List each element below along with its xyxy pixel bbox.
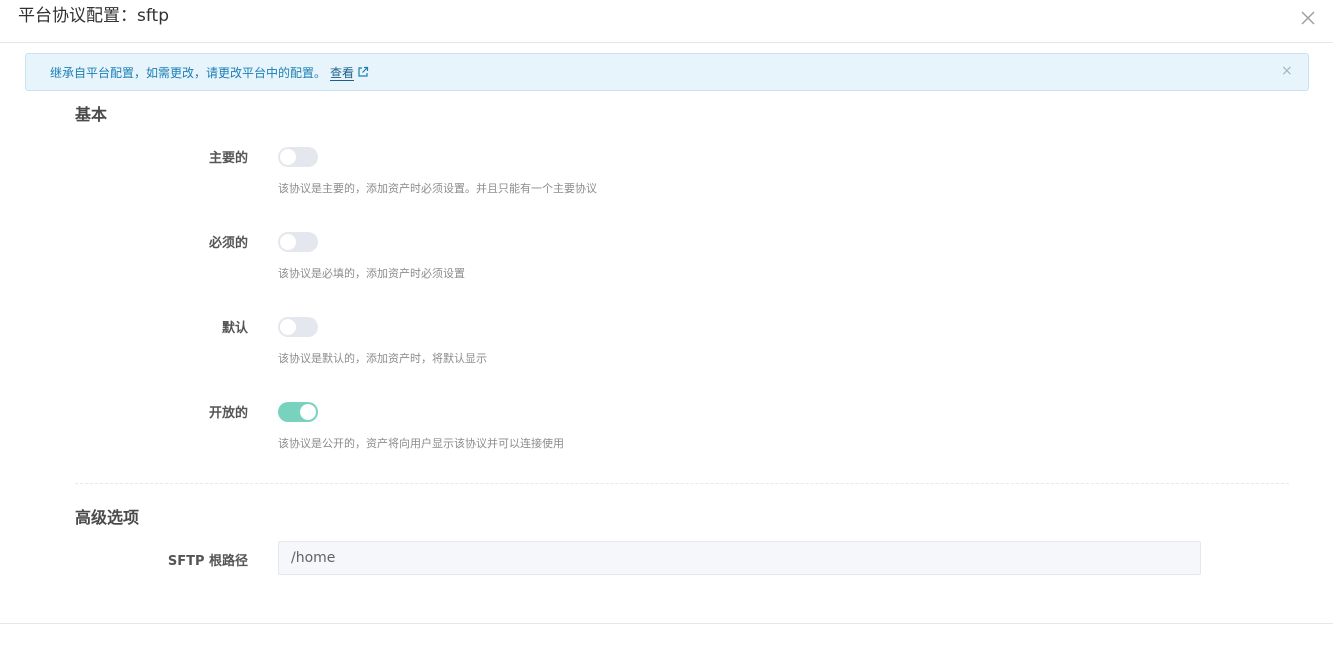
- default-label: 默认: [221, 321, 248, 336]
- public-switch[interactable]: [278, 402, 318, 422]
- view-platform-link[interactable]: 查看: [330, 66, 355, 81]
- required-help: 该协议是必填的，添加资产时必须设置: [278, 267, 465, 280]
- dialog-header: 平台协议配置：sftp: [0, 0, 1333, 43]
- switch-knob: [300, 404, 316, 420]
- platform-protocol-dialog: 平台协议配置：sftp 继承自平台配置，如需更改，请更改平台中的配置。 查看 × …: [0, 0, 1333, 648]
- switch-knob: [280, 234, 296, 250]
- footer-divider: [0, 623, 1333, 624]
- section-divider: [75, 483, 1289, 484]
- primary-label: 主要的: [208, 151, 248, 166]
- switch-knob: [280, 319, 296, 335]
- switch-knob: [280, 149, 296, 165]
- default-help: 该协议是默认的，添加资产时，将默认显示: [278, 352, 487, 365]
- inherit-alert: 继承自平台配置，如需更改，请更改平台中的配置。 查看 ×: [25, 53, 1309, 91]
- required-label: 必须的: [208, 236, 248, 251]
- required-switch[interactable]: [278, 232, 318, 252]
- close-icon[interactable]: [1298, 8, 1318, 28]
- public-help: 该协议是公开的，资产将向用户显示该协议并可以连接使用: [278, 437, 564, 450]
- default-switch[interactable]: [278, 317, 318, 337]
- sftp-root-input[interactable]: /home: [278, 541, 1201, 575]
- external-link-icon: [357, 66, 369, 82]
- dialog-title: 平台协议配置：sftp: [18, 6, 169, 26]
- alert-message: 继承自平台配置，如需更改，请更改平台中的配置。 查看: [50, 65, 369, 82]
- sftp-root-label: SFTP 根路径: [167, 554, 248, 569]
- public-label: 开放的: [208, 406, 248, 421]
- alert-close-icon[interactable]: ×: [1281, 63, 1293, 79]
- section-advanced-title: 高级选项: [75, 508, 140, 527]
- primary-switch[interactable]: [278, 147, 318, 167]
- section-basic-title: 基本: [75, 105, 108, 124]
- alert-text: 继承自平台配置，如需更改，请更改平台中的配置。: [50, 66, 327, 80]
- primary-help: 该协议是主要的，添加资产时必须设置。并且只能有一个主要协议: [278, 182, 597, 195]
